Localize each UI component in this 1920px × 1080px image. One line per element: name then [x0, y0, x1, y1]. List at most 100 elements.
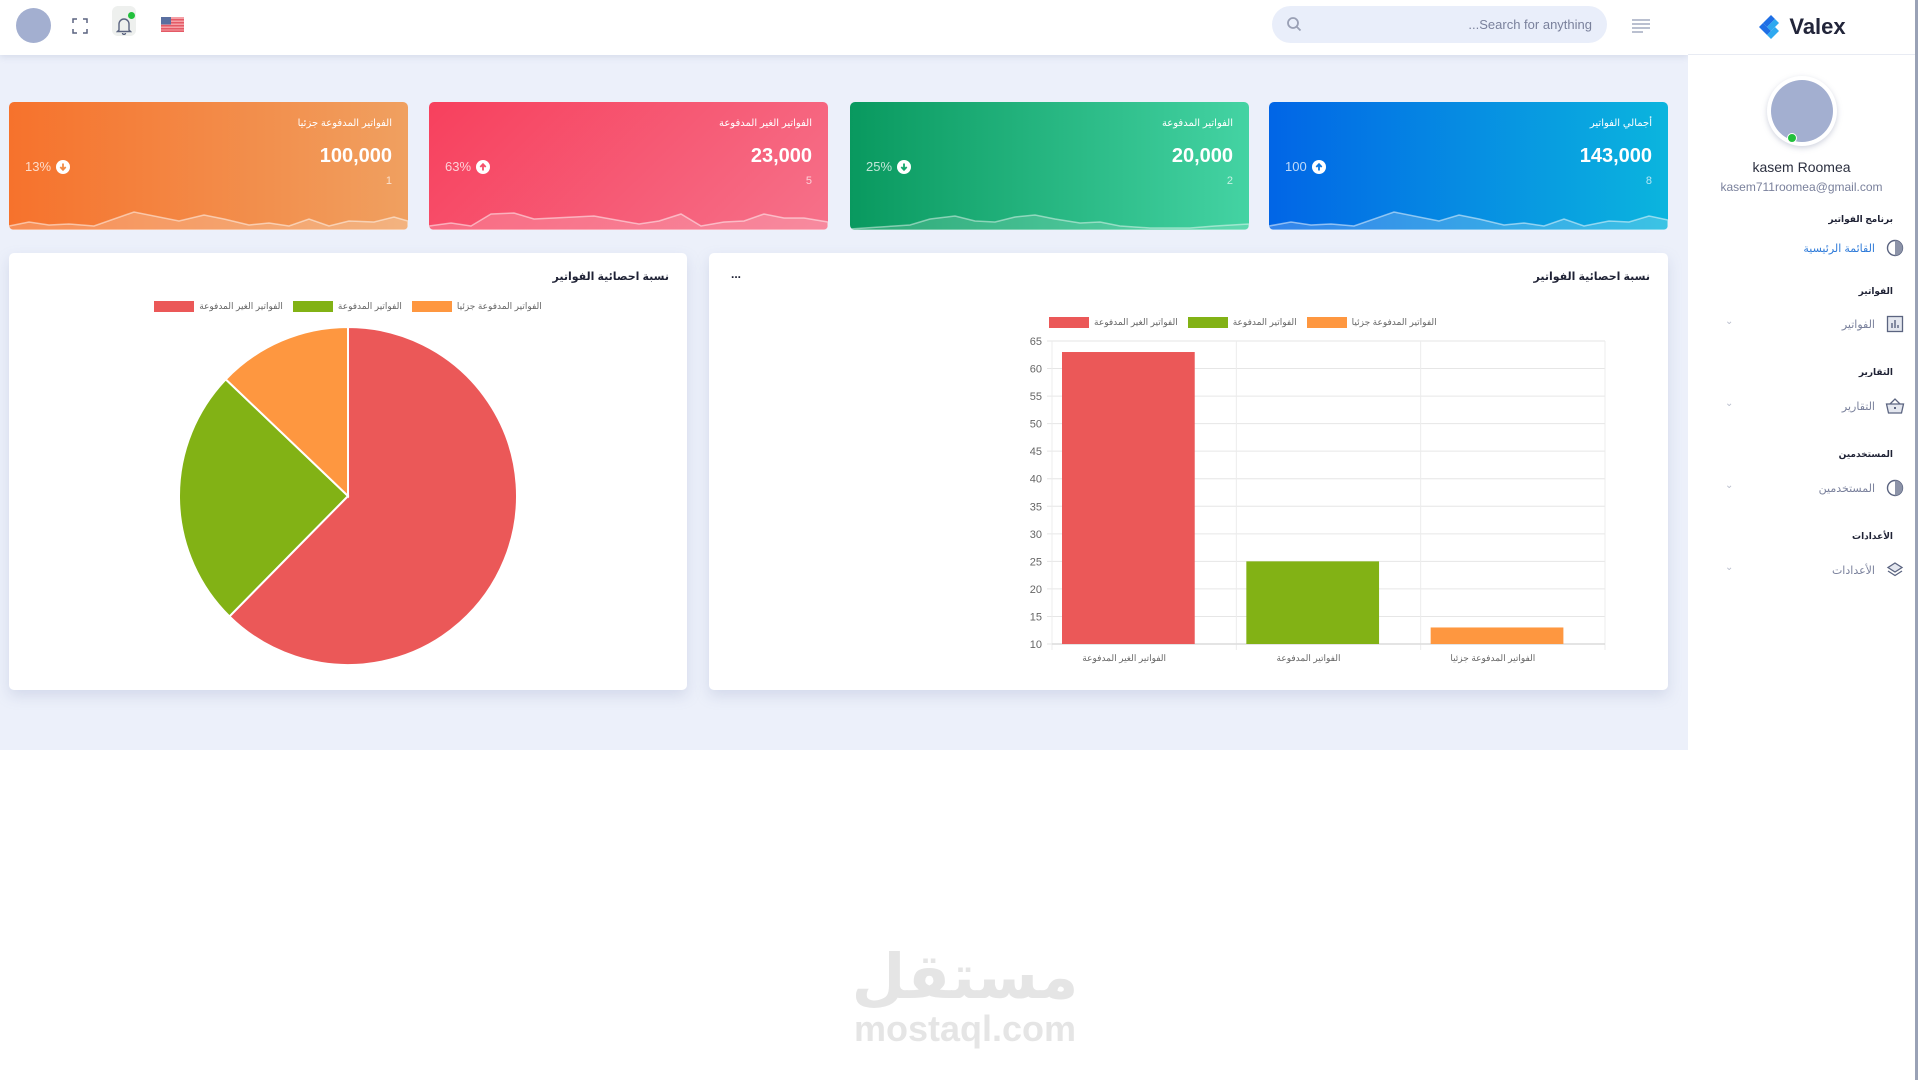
- bar: [1246, 561, 1380, 644]
- pie-chart-icon: [1885, 478, 1905, 498]
- pie-chart: [178, 325, 518, 666]
- sidebar-item-users[interactable]: ⌄ المستخدمين: [1705, 475, 1905, 501]
- x-tick-label: الفواتير الغير المدفوعة: [1082, 653, 1166, 664]
- stat-change-value: 13%: [25, 159, 52, 174]
- arrow-up-circle-icon: [476, 159, 491, 174]
- header-avatar[interactable]: [16, 8, 51, 43]
- stat-change: 63%: [445, 159, 491, 174]
- sidebar-item-label: الفواتير: [1841, 318, 1875, 331]
- layers-icon: [1885, 560, 1905, 580]
- sidebar: Valex kasem Roomea kasem711roomea@gmail.…: [1688, 0, 1918, 1080]
- sidebar-item-reports[interactable]: ⌄ التقارير: [1705, 393, 1905, 419]
- nav-section-title: برنامج الفواتير: [1828, 214, 1893, 224]
- watermark-arabic: مستقل: [851, 940, 1079, 1013]
- stat-change: 13%: [25, 159, 71, 174]
- nav-section-title: المستخدمين: [1838, 449, 1893, 459]
- stat-count: 1: [385, 175, 392, 187]
- bar-chart-icon: [1885, 314, 1905, 334]
- stat-change-value: 100: [1285, 159, 1307, 174]
- sidebar-item-label: القائمة الرئيسية: [1803, 242, 1875, 255]
- stat-card-paid[interactable]: الفواتير المدفوعة 20,000 2 25%: [850, 102, 1249, 230]
- top-header: [0, 0, 1688, 55]
- chevron-down-icon: ⌄: [1725, 316, 1734, 327]
- profile-name: kasem Roomea: [1752, 159, 1851, 175]
- stat-card-unpaid[interactable]: الفواتير الغير المدفوعة 23,000 5 63%: [429, 102, 828, 230]
- stat-title: أجمالي الفواتير: [1589, 118, 1652, 129]
- stat-title: الفواتير الغير المدفوعة: [718, 118, 812, 129]
- stat-title: الفواتير المدفوعة: [1161, 118, 1233, 129]
- y-tick-label: 50: [1030, 419, 1042, 431]
- search-box: [1272, 6, 1607, 43]
- y-tick-label: 60: [1030, 364, 1042, 376]
- profile-email: kasem711roomea@gmail.com: [1720, 180, 1883, 194]
- stat-value: 20,000: [1171, 145, 1233, 167]
- nav-section-title: الأعدادات: [1852, 531, 1893, 541]
- y-tick-label: 15: [1030, 611, 1042, 623]
- arrow-down-circle-icon: [897, 159, 912, 174]
- stat-change-value: 25%: [866, 159, 893, 174]
- x-tick-label: الفواتير المدفوعة جزئيا: [1450, 653, 1535, 664]
- sparkline: [429, 212, 828, 230]
- brand[interactable]: Valex: [1688, 0, 1915, 55]
- notification-dot: [128, 12, 135, 19]
- stat-change: 25%: [866, 159, 912, 174]
- valex-logo-icon: [1759, 15, 1780, 39]
- sidebar-item-dashboard[interactable]: القائمة الرئيسية: [1705, 235, 1905, 261]
- online-status-dot: [1787, 133, 1797, 143]
- bar: [1062, 352, 1195, 644]
- chevron-down-icon: ⌄: [1725, 562, 1734, 573]
- watermark-latin: mostaql.com: [853, 1008, 1077, 1049]
- sidebar-item-settings[interactable]: ⌄ الأعدادات: [1705, 557, 1905, 583]
- page: Valex kasem Roomea kasem711roomea@gmail.…: [0, 0, 1920, 1080]
- sparkline: [9, 211, 408, 230]
- y-tick-label: 25: [1030, 556, 1042, 568]
- profile-avatar[interactable]: [1767, 76, 1837, 146]
- sidebar-item-label: المستخدمين: [1818, 482, 1875, 495]
- chevron-down-icon: ⌄: [1725, 398, 1734, 409]
- arrow-down-circle-icon: [56, 159, 71, 174]
- y-tick-label: 10: [1030, 639, 1042, 651]
- sidebar-item-invoices[interactable]: ⌄ الفواتير: [1705, 311, 1905, 337]
- y-tick-label: 35: [1030, 501, 1042, 513]
- sidebar-item-label: التقارير: [1841, 400, 1875, 413]
- stat-card-partially-paid[interactable]: الفواتير المدفوعة جزئيا 100,000 1 13%: [9, 102, 408, 230]
- pie-chart-icon: [1885, 238, 1905, 258]
- sparkline: [850, 214, 1249, 230]
- y-tick-label: 40: [1030, 474, 1042, 486]
- search-input[interactable]: [1312, 6, 1592, 43]
- stat-change-value: 63%: [445, 159, 472, 174]
- stat-count: 2: [1226, 175, 1233, 187]
- stat-count: 8: [1645, 175, 1652, 187]
- bar: [1430, 627, 1564, 644]
- nav-section-title: الفواتير: [1858, 286, 1893, 296]
- us-flag-icon[interactable]: [161, 17, 184, 32]
- fullscreen-icon[interactable]: [68, 14, 92, 38]
- menu-icon[interactable]: [1630, 16, 1652, 34]
- stat-change: 100: [1285, 159, 1326, 174]
- y-tick-label: 30: [1030, 529, 1042, 541]
- stat-value: 100,000: [319, 145, 392, 167]
- bar-chart: 10 15 20 25 30 35 40 45 50 55 60 65 الفواتير الغير ا…: [1030, 336, 1606, 664]
- arrow-up-circle-icon: [1311, 159, 1326, 174]
- search-icon[interactable]: [1286, 16, 1302, 32]
- stat-card-total[interactable]: أجمالي الفواتير 143,000 8 100: [1269, 102, 1668, 230]
- stat-title: الفواتير المدفوعة جزئيا: [297, 118, 392, 129]
- pie-chart-card: نسبة احصائية الفواتير الفواتير المدفوعة …: [9, 253, 687, 690]
- stat-count: 5: [805, 175, 812, 187]
- basket-icon: [1885, 396, 1905, 416]
- profile-avatar-image: [1771, 80, 1833, 142]
- y-tick-label: 20: [1030, 584, 1042, 596]
- watermark: مستقل mostaql.com: [840, 945, 1090, 1049]
- y-tick-label: 55: [1030, 391, 1042, 403]
- nav-section-title: التقارير: [1858, 367, 1893, 377]
- y-tick-label: 65: [1030, 336, 1042, 348]
- y-tick-label: 45: [1030, 446, 1042, 458]
- chevron-down-icon: ⌄: [1725, 480, 1734, 491]
- x-tick-label: الفواتير المدفوعة: [1277, 653, 1341, 664]
- sidebar-item-label: الأعدادات: [1831, 564, 1875, 577]
- sparkline: [1269, 211, 1668, 230]
- stat-value: 143,000: [1579, 145, 1652, 167]
- stat-value: 23,000: [750, 145, 812, 167]
- brand-name: Valex: [1789, 14, 1846, 39]
- bar-chart-card: ... نسبة احصائية الفواتير الفواتير المدف…: [709, 253, 1668, 690]
